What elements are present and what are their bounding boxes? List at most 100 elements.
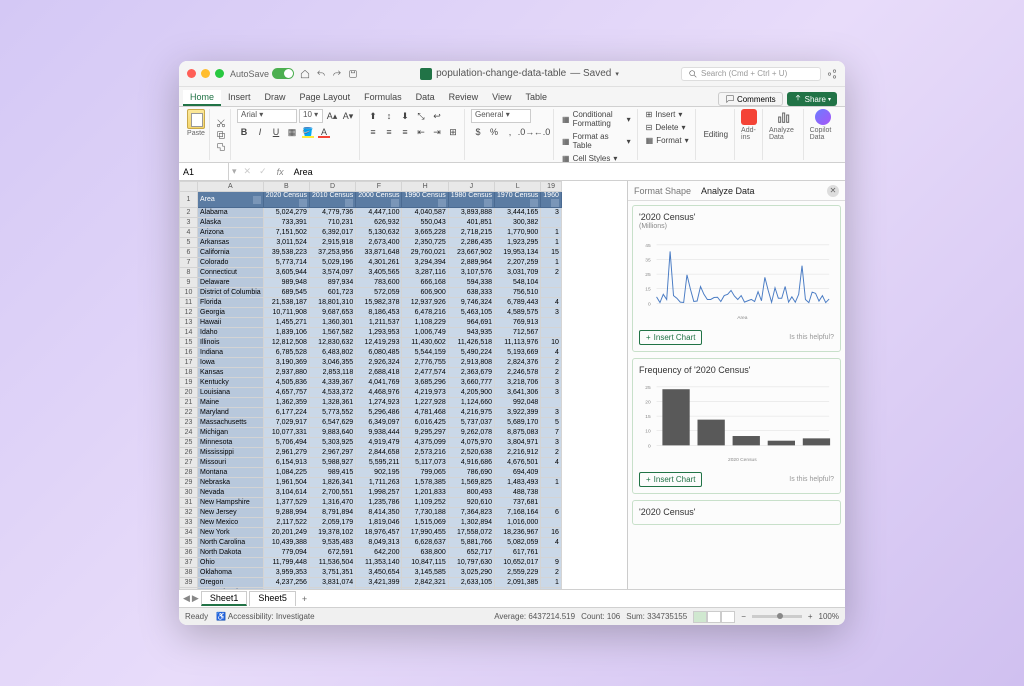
cell[interactable]: 4 [541,458,562,468]
cell[interactable]: 1,293,953 [356,328,402,338]
cell[interactable]: 3,959,353 [263,568,309,578]
cell[interactable]: 20,201,249 [263,528,309,538]
cell[interactable]: 3,574,097 [309,268,355,278]
delete-cells[interactable]: ⊟ Delete ▾ [644,122,691,133]
comma-icon[interactable]: , [503,125,517,139]
ribbon-tab-formulas[interactable]: Formulas [357,90,409,106]
table-row[interactable]: 19Kentucky4,505,8364,339,3674,041,7693,6… [180,378,562,388]
cell[interactable]: 8,049,313 [356,538,402,548]
cell[interactable]: 800,493 [448,488,494,498]
cell[interactable]: 5,463,105 [448,308,494,318]
cell[interactable]: Ohio [198,558,264,568]
cell[interactable]: 710,231 [309,218,355,228]
cell[interactable]: 3,011,524 [263,238,309,248]
border-button[interactable]: ▦ [285,125,299,139]
align-bot-icon[interactable]: ⬇ [398,109,412,123]
table-header-cell[interactable]: Area [198,192,264,208]
row-header[interactable]: 22 [180,408,198,418]
sheet-tab[interactable]: Sheet5 [249,591,296,606]
col-header[interactable]: A [198,182,264,192]
cell[interactable]: 2 [541,368,562,378]
cell[interactable]: 920,610 [448,498,494,508]
table-header-cell[interactable]: 2020 Census [263,192,309,208]
cell[interactable]: 2,059,179 [309,518,355,528]
cell[interactable]: 799,065 [402,468,448,478]
cell[interactable]: 4 [541,348,562,358]
helpful-link[interactable]: Is this helpful? [789,334,834,341]
paste-button[interactable]: Paste [187,109,205,137]
orientation-icon[interactable]: ⤡ [414,109,428,123]
home-icon[interactable] [300,69,310,79]
cell[interactable]: 2,967,297 [309,448,355,458]
cell[interactable]: 3,046,355 [309,358,355,368]
cell[interactable]: 617,761 [495,548,541,558]
cell[interactable]: 733,391 [263,218,309,228]
cell[interactable]: 11,536,504 [309,558,355,568]
row-header[interactable]: 16 [180,348,198,358]
row-header[interactable]: 13 [180,318,198,328]
cell[interactable]: 9,938,444 [356,428,402,438]
cell[interactable]: 2,286,435 [448,238,494,248]
cell[interactable]: 5,490,224 [448,348,494,358]
cell[interactable]: 5,117,073 [402,458,448,468]
bold-button[interactable]: B [237,125,251,139]
cell[interactable]: 6,080,485 [356,348,402,358]
cell[interactable]: 943,935 [448,328,494,338]
col-header[interactable]: L [495,182,541,192]
cell[interactable]: 9,687,653 [309,308,355,318]
row-header[interactable]: 26 [180,448,198,458]
table-row[interactable]: 38Oklahoma3,959,3533,751,3513,450,6543,1… [180,568,562,578]
cell[interactable]: 7,364,823 [448,508,494,518]
table-header-cell[interactable]: 2010 Census [309,192,355,208]
row-header[interactable]: 33 [180,518,198,528]
cell[interactable]: 10,711,908 [263,308,309,318]
cell[interactable]: 2,700,551 [309,488,355,498]
cell[interactable]: 3,450,654 [356,568,402,578]
normal-view-icon[interactable] [693,611,707,623]
col-header[interactable]: 19 [541,182,562,192]
cell[interactable]: Indiana [198,348,264,358]
cell[interactable]: 6,785,528 [263,348,309,358]
ribbon-tab-table[interactable]: Table [519,90,555,106]
row-header[interactable]: 1 [180,192,198,208]
cell[interactable]: 3 [541,408,562,418]
cell[interactable] [541,318,562,328]
cell[interactable]: 488,738 [495,488,541,498]
table-row[interactable]: 21Maine1,362,3591,328,3611,274,9231,227,… [180,398,562,408]
cell[interactable]: 897,934 [309,278,355,288]
cell[interactable]: Louisiana [198,388,264,398]
cell[interactable]: 6,177,224 [263,408,309,418]
cell[interactable]: Pennsylvania [198,588,264,590]
helpful-link[interactable]: Is this helpful? [789,476,834,483]
table-header-cell[interactable]: 1970 Census [495,192,541,208]
cell[interactable]: 1,016,000 [495,518,541,528]
cell[interactable]: 9,262,078 [448,428,494,438]
cell[interactable]: 2,853,118 [309,368,355,378]
row-header[interactable]: 15 [180,338,198,348]
cell[interactable]: Kentucky [198,378,264,388]
format-cells[interactable]: ▦ Format ▾ [644,135,691,146]
cell[interactable]: 2,633,105 [448,578,494,588]
align-top-icon[interactable]: ⬆ [366,109,380,123]
cell[interactable] [541,278,562,288]
dec-decimal-icon[interactable]: ←.0 [535,125,549,139]
table-row[interactable]: 25Minnesota5,706,4945,303,9254,919,4794,… [180,438,562,448]
cell[interactable]: 4,468,976 [356,388,402,398]
table-header-cell[interactable]: 1960 [541,192,562,208]
ribbon-tab-insert[interactable]: Insert [221,90,258,106]
cell[interactable]: District of Columbia [198,288,264,298]
cell[interactable]: Connecticut [198,268,264,278]
cell[interactable]: 7 [541,428,562,438]
sheet-tab[interactable]: Sheet1 [201,591,248,606]
col-header[interactable]: H [402,182,448,192]
cell[interactable]: 1,360,301 [309,318,355,328]
row-header[interactable]: 10 [180,288,198,298]
cell[interactable]: North Dakota [198,548,264,558]
autosave-toggle[interactable]: AutoSave [230,68,294,79]
cell[interactable]: 1,108,229 [402,318,448,328]
formula-input[interactable]: Area [290,167,845,177]
cell[interactable]: 2,246,578 [495,368,541,378]
cell[interactable]: 4,779,736 [309,208,355,218]
cell[interactable]: 1,316,470 [309,498,355,508]
align-left-icon[interactable]: ≡ [366,125,380,139]
